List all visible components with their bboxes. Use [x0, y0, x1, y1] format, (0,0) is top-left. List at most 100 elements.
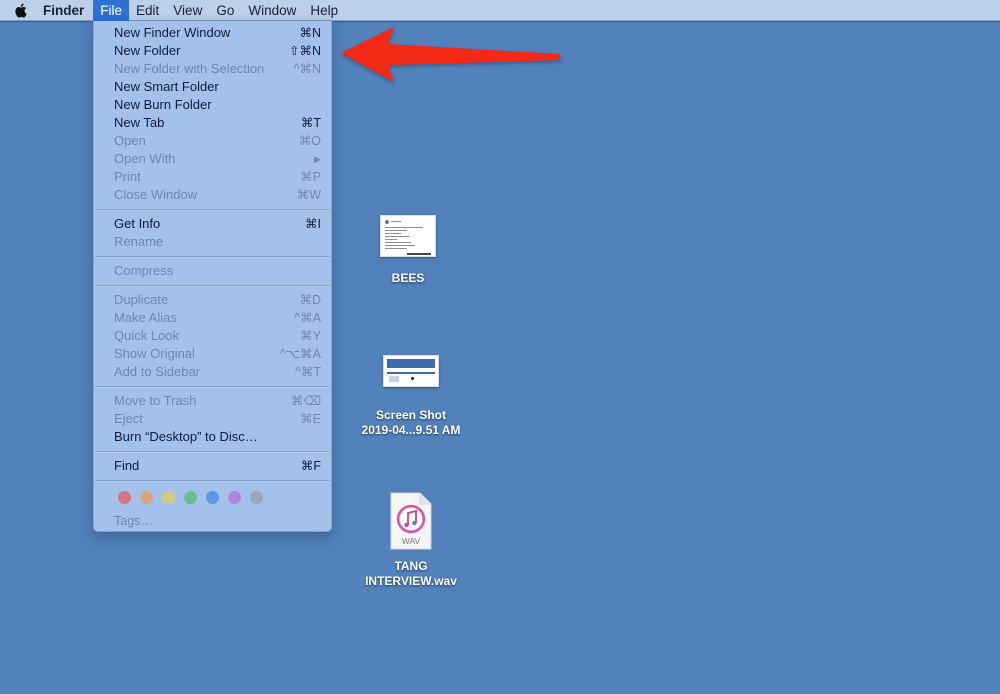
menu-item-label: Add to Sidebar	[114, 364, 201, 379]
menu-item-label: New Smart Folder	[114, 79, 219, 94]
menubar-help[interactable]: Help	[303, 0, 345, 21]
submenu-arrow-icon: ▶	[314, 154, 321, 164]
menu-item-shortcut	[281, 262, 321, 280]
document-thumbnail-icon	[380, 215, 436, 257]
menu-item-shortcut: ⌘D	[299, 293, 321, 307]
menu-item-label: Quick Look	[114, 328, 180, 343]
menu-item-open: Open ⌘O	[94, 132, 331, 150]
tag-red-icon	[118, 491, 131, 504]
menu-item-find[interactable]: Find ⌘F	[94, 457, 331, 475]
wav-badge: WAV	[401, 536, 421, 546]
menu-item-add-to-sidebar: Add to Sidebar ^⌘T	[94, 363, 331, 381]
tag-blue-icon	[206, 491, 219, 504]
menu-item-shortcut: ^⌘A	[294, 311, 321, 325]
menu-item-shortcut: ⌘F	[300, 459, 321, 473]
menu-item-eject: Eject ⌘E	[94, 410, 331, 428]
menu-item-label: Close Window	[114, 187, 198, 202]
menu-item-new-tab[interactable]: New Tab ⌘T	[94, 114, 331, 132]
menu-item-label: New Finder Window	[114, 25, 231, 40]
menu-item-shortcut: ⇧⌘N	[288, 44, 321, 58]
desktop-icon-label: Screen Shot	[375, 408, 447, 422]
apple-icon	[14, 3, 27, 18]
menu-item-print: Print ⌘P	[94, 168, 331, 186]
menu-item-label: Open With	[114, 151, 176, 166]
desktop-icon-label: BEES	[391, 271, 425, 285]
menu-item-duplicate: Duplicate ⌘D	[94, 291, 331, 309]
menu-item-new-smart-folder[interactable]: New Smart Folder	[94, 78, 331, 96]
desktop-icon-wav[interactable]: WAV TANG INTERVIEW.wav	[356, 492, 466, 589]
tag-purple-icon	[228, 491, 241, 504]
menu-item-shortcut: ⌘W	[296, 188, 321, 202]
menu-item-label: New Folder with Selection	[114, 61, 265, 76]
menu-bar: Finder File Edit View Go Window Help	[0, 0, 1000, 21]
menu-item-new-burn-folder[interactable]: New Burn Folder	[94, 96, 331, 114]
apple-menu[interactable]	[0, 0, 40, 21]
tag-orange-icon	[140, 491, 153, 504]
menu-item-label: New Folder	[114, 43, 181, 58]
menu-item-label: Make Alias	[114, 310, 177, 325]
menubar-go[interactable]: Go	[209, 0, 241, 21]
menu-item-shortcut	[281, 428, 321, 446]
audio-file-icon: WAV	[389, 492, 433, 550]
menu-item-shortcut	[281, 96, 321, 114]
menu-item-shortcut: ⌘E	[300, 412, 321, 426]
screenshot-thumbnail-icon	[383, 355, 439, 387]
menu-item-tags: Tags…	[114, 514, 153, 528]
annotation-arrow-icon	[341, 27, 560, 82]
menu-item-compress: Compress	[94, 262, 331, 280]
menu-item-shortcut: ⌘O	[298, 134, 321, 148]
tag-yellow-icon	[162, 491, 175, 504]
menubar-file[interactable]: File	[93, 0, 130, 21]
menu-item-show-original: Show Original ^⌥⌘A	[94, 345, 331, 363]
menu-item-label: Show Original	[114, 346, 195, 361]
menubar-window[interactable]: Window	[241, 0, 303, 21]
menu-item-label: Get Info	[114, 216, 161, 231]
menu-item-shortcut: ^⌘T	[294, 365, 321, 379]
menu-separator	[95, 386, 330, 387]
menu-item-label: Duplicate	[114, 292, 169, 307]
menu-item-label: Eject	[114, 411, 143, 426]
menu-separator	[95, 256, 330, 257]
menu-item-shortcut: ⌘T	[300, 116, 321, 130]
menu-item-label: Print	[114, 169, 141, 184]
menu-item-shortcut	[281, 78, 321, 96]
tag-gray-icon	[250, 491, 263, 504]
menu-item-shortcut: ^⌘N	[293, 62, 321, 76]
menu-item-burn-desktop-to-disc[interactable]: Burn “Desktop” to Disc…	[94, 428, 331, 446]
menu-item-make-alias: Make Alias ^⌘A	[94, 309, 331, 327]
menu-item-shortcut: ⌘P	[300, 170, 321, 184]
menu-item-label: Find	[114, 458, 140, 473]
menu-separator	[95, 451, 330, 452]
menu-item-close-window: Close Window ⌘W	[94, 186, 331, 204]
tag-color-row	[94, 486, 331, 506]
menu-item-shortcut: ⌘N	[299, 26, 321, 40]
menu-separator	[95, 285, 330, 286]
menubar-view[interactable]: View	[166, 0, 209, 21]
menu-item-label: Open	[114, 133, 146, 148]
desktop-icon-label: TANG	[394, 559, 428, 573]
menu-item-label: Burn “Desktop” to Disc…	[114, 429, 258, 444]
menu-item-rename: Rename	[94, 233, 331, 251]
menu-item-new-folder-with-selection: New Folder with Selection ^⌘N	[94, 60, 331, 78]
menu-item-get-info[interactable]: Get Info ⌘I	[94, 215, 331, 233]
desktop-icon-label-line2: INTERVIEW.wav	[365, 574, 457, 588]
menu-item-shortcut: ⌘⌫	[290, 394, 321, 408]
desktop-icon-screenshot[interactable]: Screen Shot 2019-04...9.51 AM	[356, 355, 466, 438]
desktop-icon-label-line2: 2019-04...9.51 AM	[361, 423, 461, 437]
menu-item-shortcut	[281, 233, 321, 251]
menubar-edit[interactable]: Edit	[129, 0, 166, 21]
menu-item-move-to-trash: Move to Trash ⌘⌫	[94, 392, 331, 410]
menu-item-label: Compress	[114, 263, 174, 278]
menu-item-label: Rename	[114, 234, 164, 249]
menu-item-label: New Burn Folder	[114, 97, 212, 112]
menu-item-shortcut: ⌘I	[305, 217, 321, 231]
menu-item-new-finder-window[interactable]: New Finder Window ⌘N	[94, 24, 331, 42]
menu-item-label: Move to Trash	[114, 393, 197, 408]
desktop-icon-bees[interactable]: BEES	[368, 215, 448, 286]
menubar-app-finder[interactable]: Finder	[40, 0, 93, 21]
menu-item-label: New Tab	[114, 115, 165, 130]
menu-item-shortcut: ^⌥⌘A	[279, 347, 321, 361]
menu-item-quick-look: Quick Look ⌘Y	[94, 327, 331, 345]
menu-item-new-folder[interactable]: New Folder ⇧⌘N	[94, 42, 331, 60]
menu-item-shortcut: ⌘Y	[300, 329, 321, 343]
